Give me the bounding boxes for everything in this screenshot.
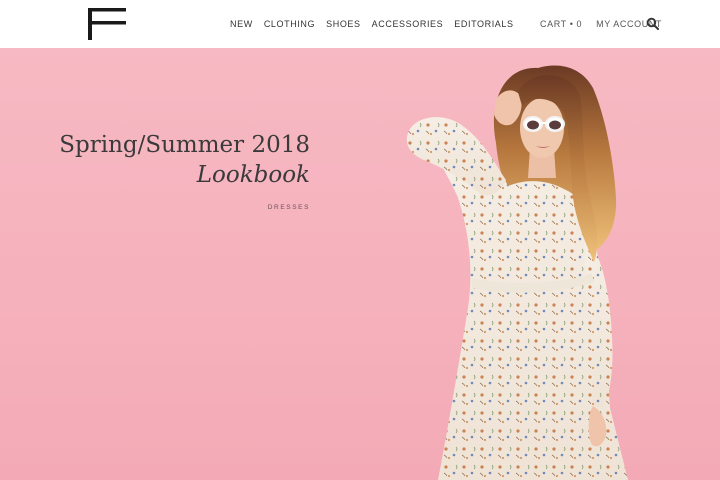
- nav-new[interactable]: NEW: [230, 19, 253, 29]
- nav-shoes[interactable]: SHOES: [326, 19, 361, 29]
- site-header: NEW CLOTHING SHOES ACCESSORIES EDITORIAL…: [0, 0, 720, 48]
- account-nav: CART • 0 MY ACCOUNT: [526, 0, 662, 48]
- model-photo: [406, 65, 628, 480]
- hero-subtitle: Lookbook: [196, 162, 310, 188]
- cart-link[interactable]: CART • 0: [540, 19, 582, 29]
- nav-accessories[interactable]: ACCESSORIES: [372, 19, 444, 29]
- dresses-link[interactable]: DRESSES: [268, 204, 310, 211]
- hero-banner: Spring/Summer 2018 Lookbook DRESSES: [0, 48, 720, 480]
- nav-editorials[interactable]: EDITORIALS: [454, 19, 513, 29]
- search-icon[interactable]: [646, 17, 660, 31]
- main-nav: NEW CLOTHING SHOES ACCESSORIES EDITORIAL…: [230, 0, 525, 48]
- hero-text-block: Spring/Summer 2018 Lookbook DRESSES: [59, 130, 310, 214]
- brand-logo[interactable]: [88, 8, 128, 40]
- hero-title: Spring/Summer 2018: [59, 132, 310, 158]
- nav-clothing[interactable]: CLOTHING: [264, 19, 315, 29]
